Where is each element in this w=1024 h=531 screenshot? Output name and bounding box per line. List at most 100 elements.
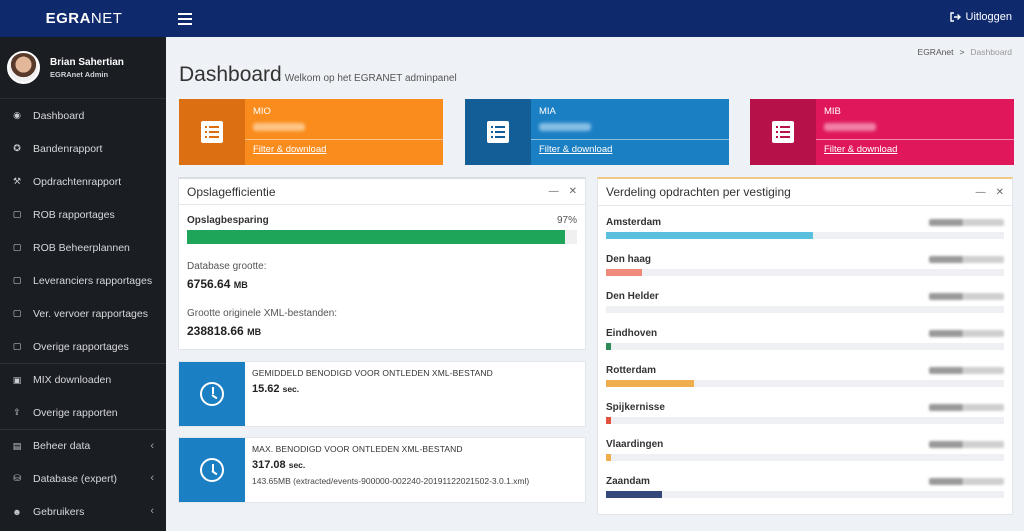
branch-count-redacted: [929, 441, 1004, 448]
sign-out-icon: [949, 12, 961, 22]
list-icon: [179, 99, 245, 165]
sidebar-item-rob-beheerplannen[interactable]: ▢ ROB Beheerplannen: [0, 231, 166, 264]
close-icon[interactable]: ✕: [569, 186, 577, 197]
branch-list: Amsterdam Den haag Den Helder Eindhoven Rott…: [598, 206, 1012, 511]
sidebar-item-mix-downloaden[interactable]: ▣ MIX downloaden: [0, 363, 166, 396]
breadcrumb: EGRAnet > Dashboard: [918, 47, 1012, 57]
file-icon: ▢: [12, 308, 22, 318]
progress-bar: [187, 230, 577, 244]
stat-box-mio: MIO Filter & download: [179, 99, 443, 165]
sidebar-item-bandenrapport[interactable]: ✪ Bandenrapport: [0, 132, 166, 165]
menu-toggle-icon[interactable]: [178, 12, 192, 25]
sidebar-item-label: Gebruikers: [33, 505, 85, 518]
brand-logo[interactable]: EGRA NET: [0, 0, 168, 37]
stat-label: MIO: [253, 106, 271, 117]
branch-count-redacted: [929, 330, 1004, 337]
sidebar-item-beheer-data[interactable]: ▤ Beheer data ‹: [0, 429, 166, 462]
panel-header: Opslagefficientie — ✕: [179, 179, 585, 205]
xml-size-label: Grootte originele XML-bestanden:: [187, 308, 338, 319]
list-icon: [750, 99, 816, 165]
sidebar-item-label: Ver. vervoer rapportages: [33, 307, 148, 320]
sidebar-item-opdrachtenrapport[interactable]: ⚒ Opdrachtenrapport: [0, 165, 166, 198]
filter-download-link[interactable]: Filter & download: [245, 139, 443, 155]
branch-name: Zaandam: [606, 476, 650, 487]
sidebar-item-label: Bandenrapport: [33, 142, 103, 155]
stat-value-redacted: [539, 123, 591, 131]
minimize-icon[interactable]: —: [549, 186, 559, 197]
page-title: Dashboard: [179, 63, 282, 86]
page-header: Dashboard Welkom op het EGRANET adminpan…: [179, 63, 457, 87]
branch-row: Amsterdam: [606, 215, 1004, 252]
filter-download-link[interactable]: Filter & download: [531, 139, 729, 155]
sidebar-item-label: Overige rapportages: [33, 340, 129, 353]
branch-name: Spijkernisse: [606, 402, 665, 413]
users-icon: ☻: [12, 506, 22, 517]
logout-button[interactable]: Uitloggen: [949, 11, 1012, 23]
branch-count-redacted: [929, 219, 1004, 226]
sidebar-item-label: Opdrachtenrapport: [33, 175, 122, 188]
distribution-panel: Verdeling opdrachten per vestiging — ✕ A…: [597, 177, 1013, 515]
sidebar-item-leveranciers[interactable]: ▢ Leveranciers rapportages: [0, 264, 166, 297]
branch-name: Den Helder: [606, 291, 659, 302]
breadcrumb-separator: >: [959, 47, 965, 57]
branch-row: Rotterdam: [606, 363, 1004, 400]
branch-bar-fill: [606, 343, 611, 350]
sidebar-item-ver-vervoer[interactable]: ▢ Ver. vervoer rapportages: [0, 297, 166, 330]
avg-parse-title: GEMIDDELD BENODIGD VOOR ONTLEDEN XML-BES…: [252, 368, 493, 378]
branch-bar: [606, 454, 1004, 461]
upload-icon: ⇪: [13, 407, 21, 417]
branch-bar-fill: [606, 491, 662, 498]
sidebar-item-label: Beheer data: [33, 440, 91, 452]
table-icon: ▤: [12, 440, 22, 451]
panel-title: Verdeling opdrachten per vestiging: [606, 185, 791, 199]
max-parse-box: MAX. BENODIGD VOOR ONTLEDEN XML-BESTAND …: [178, 437, 586, 503]
efficiency-panel: Opslagefficientie — ✕ Opslagbesparing 97…: [178, 177, 586, 350]
breadcrumb-current: Dashboard: [970, 47, 1012, 57]
filter-download-link[interactable]: Filter & download: [816, 139, 1014, 155]
db-size-unit: MB: [233, 280, 248, 290]
branch-bar-fill: [606, 454, 611, 461]
sidebar-item-label: Database (expert): [33, 472, 118, 485]
max-parse-value: 317.08: [252, 459, 286, 471]
stopwatch-icon: [179, 362, 245, 426]
sidebar-item-dashboard[interactable]: ◉ Dashboard: [0, 99, 166, 132]
file-icon: ▢: [12, 242, 22, 252]
branch-bar: [606, 306, 1004, 313]
branch-row: Zaandam: [606, 474, 1004, 511]
list-icon: [465, 99, 531, 165]
breadcrumb-root[interactable]: EGRAnet: [918, 47, 954, 57]
branch-row: Den Helder: [606, 289, 1004, 326]
sidebar-item-overige-rapporten[interactable]: ⇪ Overige rapporten: [0, 396, 166, 429]
sidebar-item-label: Leveranciers rapportages: [33, 274, 153, 287]
xml-size-unit: MB: [247, 327, 262, 337]
branch-bar-fill: [606, 232, 813, 239]
branch-count-redacted: [929, 404, 1004, 411]
progress-fill: [187, 230, 566, 244]
branch-row: Den haag: [606, 252, 1004, 289]
dashboard-icon: ◉: [13, 110, 21, 120]
max-parse-note: 143.65MB (extracted/events-900000-002240…: [252, 476, 530, 486]
file-icon: ▢: [12, 275, 22, 285]
user-panel: Brian Sahertian EGRAnet Admin: [0, 37, 166, 99]
branch-bar-fill: [606, 417, 611, 424]
avg-parse-box: GEMIDDELD BENODIGD VOOR ONTLEDEN XML-BES…: [178, 361, 586, 427]
sidebar-item-database-expert[interactable]: ⛁ Database (expert) ‹: [0, 462, 166, 495]
minimize-icon[interactable]: —: [976, 187, 986, 198]
stat-value-redacted: [824, 123, 876, 131]
sidebar-item-label: MIX downloaden: [33, 374, 112, 386]
branch-name: Amsterdam: [606, 217, 662, 228]
sidebar-item-gebruikers[interactable]: ☻ Gebruikers ‹: [0, 495, 166, 528]
sidebar-item-label: ROB Beheerplannen: [33, 241, 130, 254]
panel-header: Verdeling opdrachten per vestiging — ✕: [598, 179, 1012, 206]
xml-size-number: 238818.66: [187, 324, 244, 338]
sidebar-item-label: ROB rapportages: [33, 208, 115, 221]
progress-label: Opslagbesparing: [187, 215, 269, 226]
branch-bar: [606, 232, 1004, 239]
close-icon[interactable]: ✕: [996, 187, 1004, 198]
stat-label: MIB: [824, 106, 841, 117]
database-icon: ⛁: [13, 473, 21, 483]
sidebar-item-overige-rapportages[interactable]: ▢ Overige rapportages: [0, 330, 166, 363]
chevron-left-icon: ‹: [150, 472, 154, 484]
branch-bar: [606, 269, 1004, 276]
sidebar-item-rob-rapportages[interactable]: ▢ ROB rapportages: [0, 198, 166, 231]
